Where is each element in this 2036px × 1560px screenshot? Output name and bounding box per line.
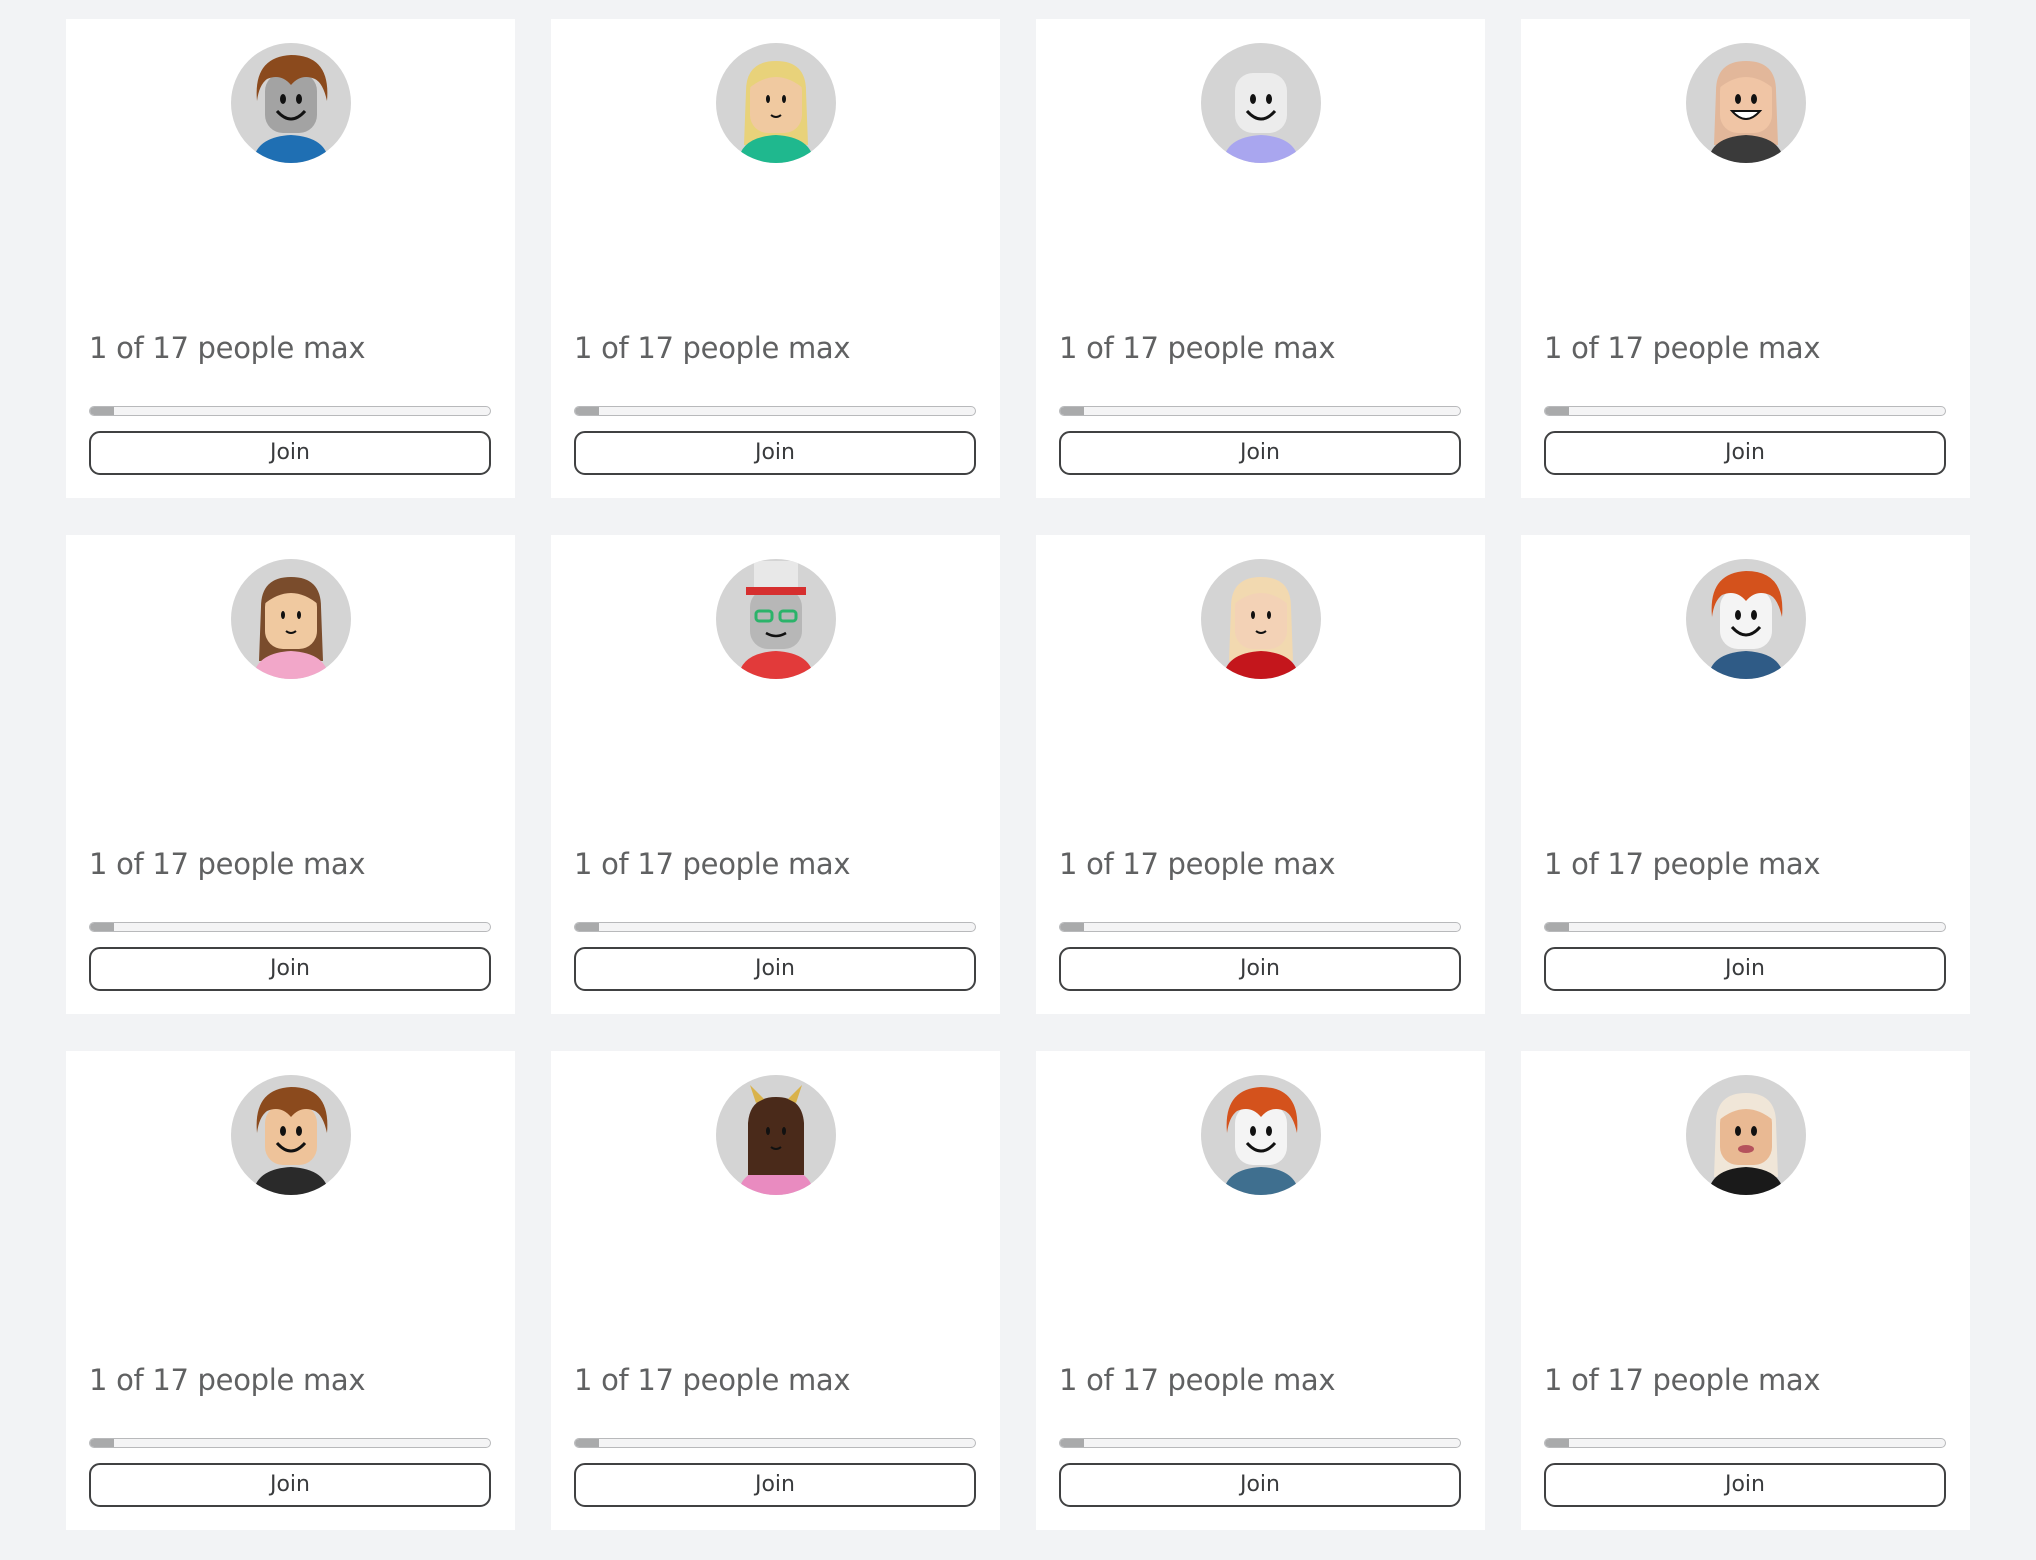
avatar-figure	[1223, 577, 1299, 679]
capacity-bar	[1059, 406, 1461, 416]
capacity-label: 1 of 17 people max	[89, 331, 366, 365]
capacity-label: 1 of 17 people max	[1059, 331, 1336, 365]
capacity-label: 1 of 17 people max	[1059, 847, 1336, 881]
server-card: 1 of 17 people max Join	[551, 19, 1000, 498]
capacity-label: 1 of 17 people max	[574, 847, 851, 881]
capacity-bar-fill	[90, 923, 114, 931]
capacity-bar-fill	[90, 1439, 114, 1447]
avatar-figure	[1708, 61, 1784, 163]
player-avatar[interactable]	[1686, 1075, 1806, 1195]
player-avatar[interactable]	[716, 43, 836, 163]
capacity-label: 1 of 17 people max	[89, 1363, 366, 1397]
capacity-bar	[89, 406, 491, 416]
capacity-bar	[574, 406, 976, 416]
capacity-label: 1 of 17 people max	[1059, 1363, 1336, 1397]
avatar-figure	[253, 55, 329, 163]
join-button[interactable]: Join	[1544, 431, 1946, 475]
server-card: 1 of 17 people max Join	[66, 535, 515, 1014]
join-button[interactable]: Join	[1544, 1463, 1946, 1507]
capacity-bar-fill	[1060, 1439, 1084, 1447]
capacity-label: 1 of 17 people max	[1544, 1363, 1821, 1397]
capacity-label: 1 of 17 people max	[574, 331, 851, 365]
server-card: 1 of 17 people max Join	[1521, 19, 1970, 498]
capacity-bar	[1544, 406, 1946, 416]
server-card: 1 of 17 people max Join	[551, 535, 1000, 1014]
capacity-label: 1 of 17 people max	[89, 847, 366, 881]
player-avatar[interactable]	[231, 1075, 351, 1195]
server-card: 1 of 17 people max Join	[551, 1051, 1000, 1530]
capacity-bar	[574, 922, 976, 932]
avatar-figure	[253, 1087, 329, 1195]
player-avatar[interactable]	[231, 559, 351, 679]
avatar-figure	[253, 577, 329, 679]
capacity-bar-fill	[1545, 407, 1569, 415]
server-card: 1 of 17 people max Join	[1521, 535, 1970, 1014]
server-grid: 1 of 17 people max Join 1 of 17 people m…	[66, 19, 1970, 1530]
capacity-bar-fill	[90, 407, 114, 415]
join-button[interactable]: Join	[1544, 947, 1946, 991]
join-button[interactable]: Join	[574, 431, 976, 475]
capacity-bar	[89, 1438, 491, 1448]
join-button[interactable]: Join	[89, 947, 491, 991]
capacity-bar-fill	[575, 923, 599, 931]
server-card: 1 of 17 people max Join	[1521, 1051, 1970, 1530]
join-button[interactable]: Join	[1059, 431, 1461, 475]
avatar-figure	[1708, 571, 1784, 679]
capacity-bar	[1059, 1438, 1461, 1448]
capacity-bar-fill	[1060, 407, 1084, 415]
join-button[interactable]: Join	[89, 431, 491, 475]
capacity-bar-fill	[1545, 1439, 1569, 1447]
join-button[interactable]: Join	[574, 947, 976, 991]
join-button[interactable]: Join	[89, 1463, 491, 1507]
server-card: 1 of 17 people max Join	[1036, 535, 1485, 1014]
capacity-bar	[89, 922, 491, 932]
server-card: 1 of 17 people max Join	[1036, 1051, 1485, 1530]
capacity-bar	[1544, 922, 1946, 932]
join-button[interactable]: Join	[1059, 947, 1461, 991]
avatar-figure	[1708, 1093, 1784, 1195]
avatar-figure	[1223, 73, 1299, 163]
capacity-label: 1 of 17 people max	[1544, 847, 1821, 881]
player-avatar[interactable]	[716, 1075, 836, 1195]
capacity-bar	[1059, 922, 1461, 932]
avatar-figure	[738, 561, 814, 679]
capacity-bar	[574, 1438, 976, 1448]
join-button[interactable]: Join	[574, 1463, 976, 1507]
capacity-label: 1 of 17 people max	[574, 1363, 851, 1397]
join-button[interactable]: Join	[1059, 1463, 1461, 1507]
capacity-bar-fill	[1060, 923, 1084, 931]
player-avatar[interactable]	[231, 43, 351, 163]
server-card: 1 of 17 people max Join	[66, 19, 515, 498]
capacity-bar-fill	[1545, 923, 1569, 931]
server-card: 1 of 17 people max Join	[66, 1051, 515, 1530]
capacity-bar	[1544, 1438, 1946, 1448]
avatar-figure	[1223, 1087, 1299, 1195]
capacity-bar-fill	[575, 1439, 599, 1447]
player-avatar[interactable]	[1686, 559, 1806, 679]
player-avatar[interactable]	[1201, 559, 1321, 679]
capacity-label: 1 of 17 people max	[1544, 331, 1821, 365]
player-avatar[interactable]	[1686, 43, 1806, 163]
player-avatar[interactable]	[716, 559, 836, 679]
server-card: 1 of 17 people max Join	[1036, 19, 1485, 498]
capacity-bar-fill	[575, 407, 599, 415]
player-avatar[interactable]	[1201, 1075, 1321, 1195]
player-avatar[interactable]	[1201, 43, 1321, 163]
avatar-figure	[738, 1085, 814, 1195]
avatar-figure	[738, 61, 814, 163]
